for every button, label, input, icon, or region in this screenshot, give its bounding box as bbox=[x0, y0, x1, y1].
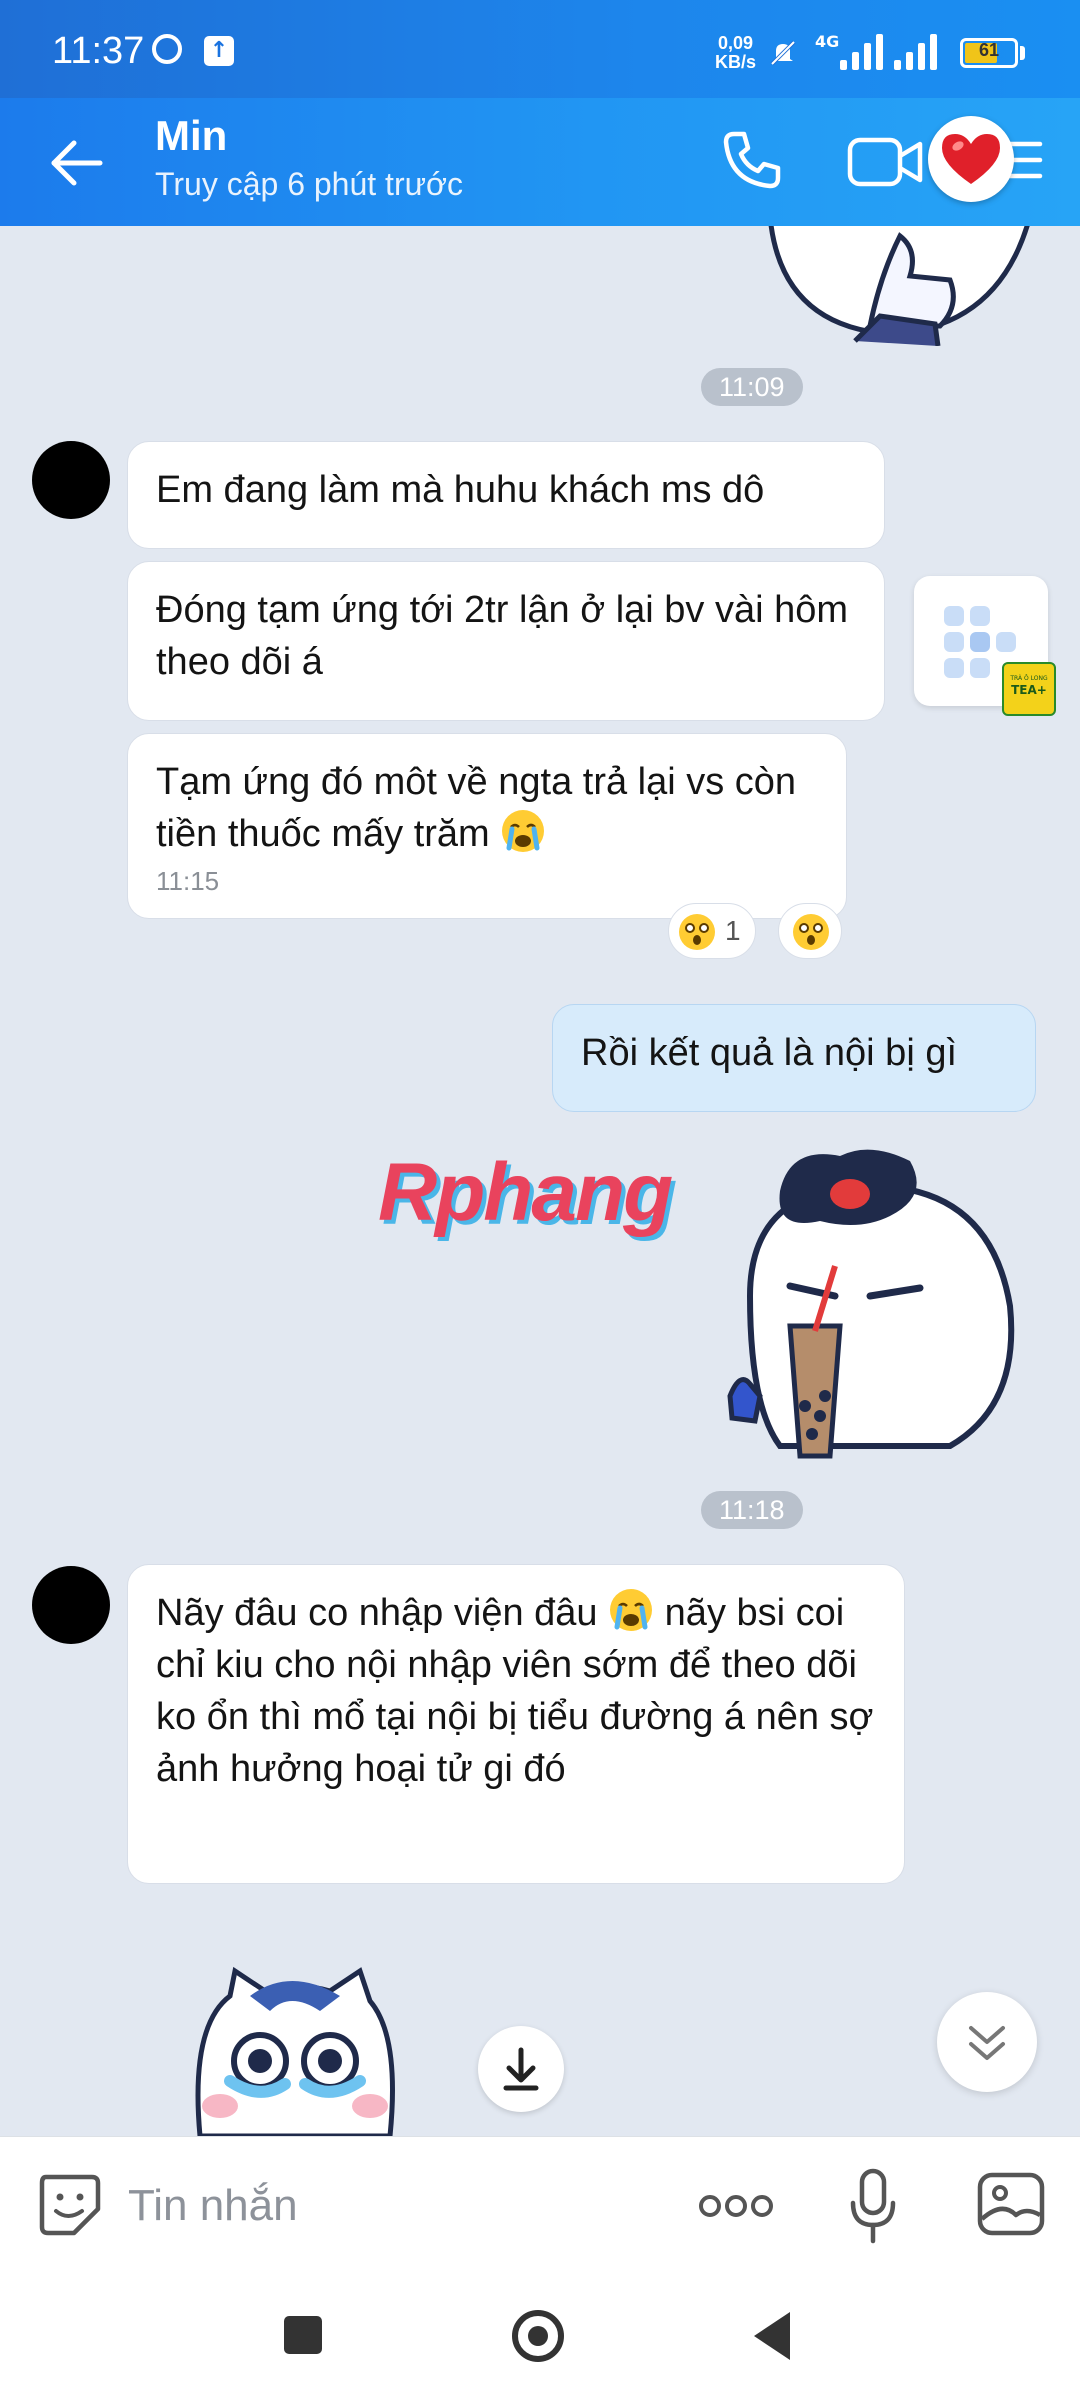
battery-icon: 61 bbox=[960, 38, 1018, 68]
message-time: 11:15 bbox=[156, 866, 220, 896]
heart-button[interactable] bbox=[928, 116, 1014, 202]
sticker-icon[interactable] bbox=[34, 2169, 104, 2239]
message-input[interactable] bbox=[126, 2173, 610, 2239]
astonished-emoji-icon bbox=[679, 914, 715, 950]
network-speed-unit: KB/s bbox=[715, 52, 757, 72]
astonished-emoji-icon bbox=[793, 914, 829, 950]
timestamp-pill: 11:09 bbox=[701, 368, 803, 406]
ad-badge[interactable]: TRÀ Ô LONG TEA+ bbox=[1002, 662, 1056, 716]
timestamp-pill: 11:18 bbox=[701, 1491, 803, 1529]
video-camera-icon[interactable] bbox=[846, 128, 924, 196]
sticker-message[interactable] bbox=[760, 226, 1040, 346]
message-bubble-incoming[interactable]: Đóng tạm ứng tới 2tr lận ở lại bv vài hô… bbox=[127, 561, 885, 721]
network-type: 4G bbox=[815, 32, 840, 51]
status-bar: 11:37 ↑ 0,09 KB/s 4G 61 bbox=[0, 0, 1080, 98]
message-bubble-incoming[interactable]: Em đang làm mà huhu khách ms dô bbox=[127, 441, 885, 549]
reaction-summary[interactable]: 1 bbox=[668, 903, 756, 959]
scroll-to-bottom-button[interactable] bbox=[937, 1992, 1037, 2092]
sticker-message[interactable] bbox=[720, 1146, 1020, 1476]
download-button[interactable] bbox=[478, 2026, 564, 2112]
home-button[interactable] bbox=[512, 2310, 564, 2362]
message-text: Nãy đâu co nhập viện đâu bbox=[156, 1592, 598, 1634]
contact-avatar[interactable] bbox=[32, 441, 110, 519]
message-composer bbox=[0, 2136, 1080, 2273]
chevron-down-icon bbox=[969, 2026, 1005, 2060]
add-reaction-button[interactable] bbox=[778, 903, 842, 959]
network-speed-value: 0,09 bbox=[717, 33, 754, 53]
phone-icon[interactable] bbox=[716, 124, 788, 196]
message-bubble-incoming[interactable]: Nãy đâu co nhập viện đâu nãy bsi coi chỉ… bbox=[127, 1564, 905, 1884]
contact-name[interactable]: Min bbox=[155, 112, 227, 160]
message-bubble-incoming[interactable]: Tạm ứng đó môt về ngta trả lại vs còn ti… bbox=[127, 733, 847, 919]
message-text: Tạm ứng đó môt về ngta trả lại vs còn ti… bbox=[156, 761, 797, 855]
more-dots-icon[interactable] bbox=[696, 2189, 776, 2223]
back-button[interactable] bbox=[754, 2312, 790, 2360]
battery-level: 61 bbox=[978, 40, 1000, 60]
ad-badge-small: TRÀ Ô LONG bbox=[1010, 675, 1048, 682]
reaction-count: 1 bbox=[725, 915, 741, 946]
alarm-icon bbox=[152, 34, 182, 64]
system-nav-bar bbox=[0, 2272, 1080, 2400]
heart-icon bbox=[942, 134, 1000, 184]
contact-status: Truy cập 6 phút trước bbox=[155, 166, 463, 202]
chat-header: Min Truy cập 6 phút trước bbox=[0, 98, 1080, 226]
back-arrow-icon[interactable] bbox=[42, 128, 112, 198]
image-icon[interactable] bbox=[976, 2171, 1046, 2237]
network-speed: 0,09 KB/s bbox=[715, 34, 756, 72]
signal-icon bbox=[840, 34, 883, 70]
contact-avatar[interactable] bbox=[32, 1566, 110, 1644]
crying-emoji-icon bbox=[610, 1589, 653, 1631]
watermark: Rphang bbox=[378, 1147, 673, 1238]
crying-emoji-icon bbox=[502, 810, 545, 852]
message-bubble-outgoing[interactable]: Rồi kết quả là nội bị gì bbox=[552, 1004, 1036, 1112]
message-text: Rồi kết quả là nội bị gì bbox=[581, 1032, 958, 1074]
upload-icon: ↑ bbox=[204, 36, 234, 66]
mute-icon bbox=[770, 40, 796, 66]
status-time: 11:37 bbox=[52, 30, 145, 72]
signal-icon-2 bbox=[894, 34, 937, 70]
chat-area[interactable]: 11:09 Em đang làm mà huhu khách ms dô Đó… bbox=[0, 226, 1080, 2136]
message-text: Em đang làm mà huhu khách ms dô bbox=[156, 469, 765, 511]
download-icon bbox=[503, 2047, 539, 2091]
sticker-message[interactable] bbox=[190, 1966, 400, 2136]
recents-button[interactable] bbox=[284, 2316, 322, 2354]
message-text: Đóng tạm ứng tới 2tr lận ở lại bv vài hô… bbox=[156, 589, 849, 683]
mic-icon[interactable] bbox=[848, 2167, 898, 2245]
ad-badge-brand: TEA+ bbox=[1011, 683, 1047, 697]
